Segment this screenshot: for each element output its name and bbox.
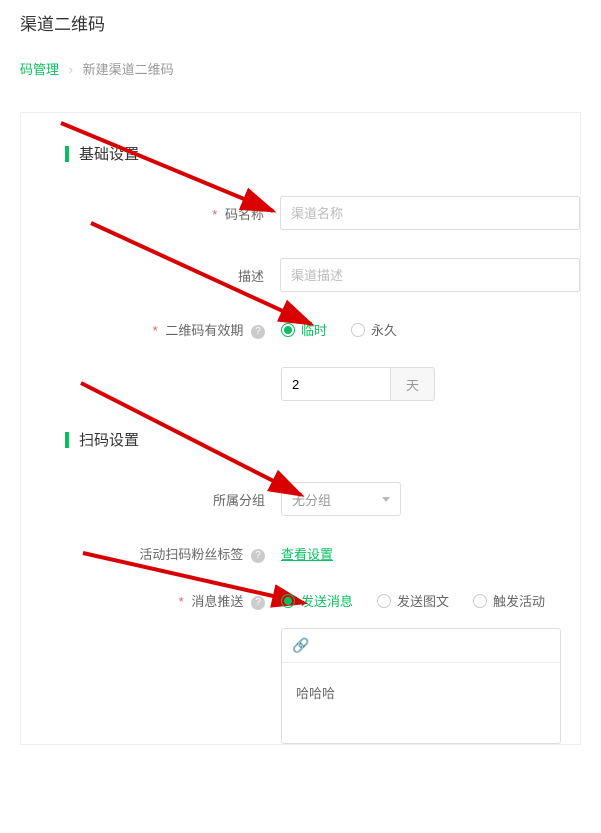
label-code-name: * 码名称	[21, 204, 280, 223]
chevron-down-icon	[382, 497, 390, 502]
form-card: 基础设置 * 码名称 描述 * 二维码有效期 ? 临时	[20, 112, 581, 745]
radio-circle-icon	[281, 323, 295, 337]
group-selected-value: 无分组	[292, 490, 331, 509]
row-validity: * 二维码有效期 ? 临时 永久	[21, 320, 580, 339]
message-editor: 🔗 哈哈哈	[281, 628, 561, 744]
radio-permanent[interactable]: 永久	[351, 320, 397, 339]
validity-radio-group: 临时 永久	[281, 320, 397, 339]
page-title: 渠道二维码	[0, 0, 601, 41]
radio-send-msg[interactable]: 发送消息	[281, 591, 353, 610]
row-validity-value: 天	[21, 367, 580, 401]
validity-input-group: 天	[281, 367, 435, 401]
label-validity: * 二维码有效期 ?	[21, 320, 281, 339]
row-description: 描述	[21, 258, 580, 292]
row-group: 所属分组 无分组	[21, 482, 580, 516]
code-name-input[interactable]	[280, 196, 580, 230]
radio-temporary[interactable]: 临时	[281, 320, 327, 339]
link-icon[interactable]: 🔗	[292, 637, 309, 654]
section-scan-settings: 扫码设置	[65, 429, 580, 450]
radio-circle-icon	[377, 594, 391, 608]
radio-circle-icon	[351, 323, 365, 337]
label-fan-tag: 活动扫码粉丝标签 ?	[21, 544, 281, 563]
help-icon[interactable]: ?	[251, 549, 265, 563]
validity-value-input[interactable]	[281, 367, 391, 401]
label-group: 所属分组	[21, 490, 281, 509]
breadcrumb-parent[interactable]: 码管理	[20, 62, 59, 77]
radio-circle-icon	[473, 594, 487, 608]
radio-trigger-activity[interactable]: 触发活动	[473, 591, 545, 610]
required-mark: *	[212, 207, 217, 222]
label-description: 描述	[21, 266, 280, 285]
help-icon[interactable]: ?	[251, 325, 265, 339]
breadcrumb: 码管理 › 新建渠道二维码	[0, 41, 601, 92]
editor-body[interactable]: 哈哈哈	[282, 663, 560, 743]
description-input[interactable]	[280, 258, 580, 292]
section-basic-label: 基础设置	[79, 143, 139, 164]
validity-unit: 天	[391, 367, 435, 401]
breadcrumb-separator: ›	[69, 62, 73, 77]
row-msg-push: * 消息推送 ? 发送消息 发送图文 触发活动	[21, 591, 580, 610]
section-basic-settings: 基础设置	[65, 143, 580, 164]
view-settings-link[interactable]: 查看设置	[281, 544, 333, 563]
group-select[interactable]: 无分组	[281, 482, 401, 516]
editor-toolbar: 🔗	[282, 629, 560, 663]
required-mark: *	[153, 323, 158, 338]
row-code-name: * 码名称	[21, 196, 580, 230]
help-icon[interactable]: ?	[251, 596, 265, 610]
radio-send-imgtext[interactable]: 发送图文	[377, 591, 449, 610]
required-mark: *	[179, 594, 184, 609]
row-fan-tag: 活动扫码粉丝标签 ? 查看设置	[21, 544, 580, 563]
radio-circle-icon	[281, 594, 295, 608]
section-scan-label: 扫码设置	[79, 429, 139, 450]
section-bar	[65, 432, 69, 448]
section-bar	[65, 146, 69, 162]
breadcrumb-current: 新建渠道二维码	[83, 62, 174, 77]
msg-push-radio-group: 发送消息 发送图文 触发活动	[281, 591, 545, 610]
label-msg-push: * 消息推送 ?	[21, 591, 281, 610]
